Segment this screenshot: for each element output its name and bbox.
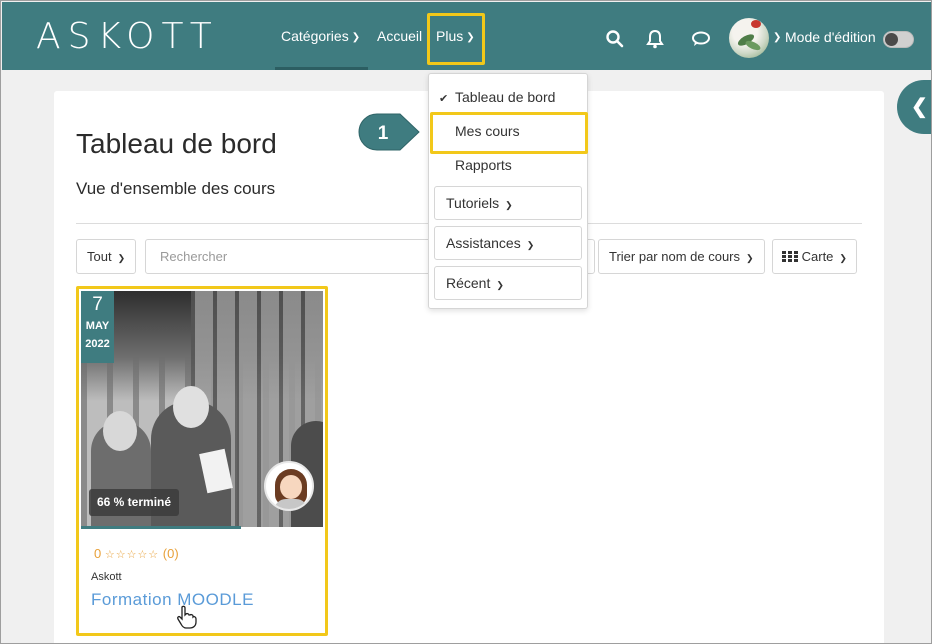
chevron-down-icon: ❯ — [839, 253, 847, 263]
filter-value: Tout — [87, 249, 112, 264]
more-highlight-box — [427, 13, 485, 65]
more-dropdown-menu: ✔ Tableau de bord Mes cours Rapports Tut… — [428, 73, 588, 309]
avatar-berry — [751, 20, 761, 28]
course-card[interactable]: 7 MAY 2022 66 % terminé 0 ☆☆☆☆☆ (0) Asko… — [76, 286, 328, 636]
teacher-face — [280, 475, 302, 499]
chevron-down-icon: ❯ — [505, 200, 513, 210]
rating-count: (0) — [162, 546, 179, 561]
nav-active-indicator — [275, 67, 368, 70]
user-avatar[interactable] — [729, 18, 769, 58]
progress-bar — [81, 526, 241, 529]
nav-home[interactable]: Accueil — [377, 28, 422, 44]
toggle-knob — [885, 33, 898, 46]
star-icons: ☆☆☆☆☆ — [104, 549, 160, 561]
step-number: 1 — [378, 123, 389, 144]
edit-mode-label: Mode d'édition — [785, 29, 876, 45]
course-date-badge: 7 MAY 2022 — [81, 291, 114, 363]
view-dropdown[interactable]: Carte ❯ — [772, 239, 857, 274]
image-person-head — [173, 386, 209, 428]
chevron-down-icon: ❯ — [746, 253, 754, 263]
chevron-down-icon: ❯ — [351, 32, 361, 43]
top-navbar: ASKOTT Catégories ❯ Accueil Plus ❯ ❯ Mode … — [2, 2, 931, 70]
course-name-link[interactable]: Formation MOODLE — [91, 590, 254, 610]
chevron-left-icon: ❮ — [911, 96, 928, 118]
menu-item-assistance-label: Assistances — [446, 235, 521, 251]
menu-item-recent-label: Récent — [446, 275, 491, 291]
date-month: MAY — [85, 320, 110, 332]
bell-icon[interactable] — [644, 28, 666, 50]
page-title: Tableau de bord — [76, 128, 277, 159]
step-callout: 1 — [358, 113, 420, 151]
course-category: Askott — [91, 571, 122, 583]
edit-mode-toggle[interactable] — [883, 31, 914, 48]
sort-value: Trier par nom de cours — [609, 249, 741, 264]
image-person-head — [103, 411, 137, 451]
course-rating: 0 ☆☆☆☆☆ (0) — [94, 546, 179, 561]
chat-bubble-icon[interactable] — [690, 28, 712, 50]
search-icon[interactable] — [604, 28, 626, 50]
filter-dropdown[interactable]: Tout ❯ — [76, 239, 137, 274]
chevron-down-icon: ❯ — [117, 253, 126, 263]
menu-item-assistance[interactable]: Assistances ❯ — [434, 226, 582, 260]
drawer-toggle-button[interactable]: ❮ — [897, 80, 931, 134]
user-menu-chevron-icon[interactable]: ❯ — [773, 32, 781, 43]
hand-pointer-icon — [177, 605, 197, 629]
menu-item-tutorials-label: Tutoriels — [446, 195, 500, 211]
brand-logo[interactable]: ASKOTT — [36, 16, 219, 57]
check-icon: ✔ — [439, 93, 449, 105]
view-value: Carte — [801, 249, 834, 264]
avatar-leaf — [744, 38, 762, 53]
progress-badge: 66 % terminé — [89, 489, 180, 516]
teacher-avatar[interactable] — [264, 461, 314, 511]
sort-dropdown[interactable]: Trier par nom de cours ❯ — [598, 239, 765, 274]
chevron-down-icon: ❯ — [496, 280, 504, 290]
my-courses-highlight-box — [430, 112, 588, 154]
date-day: 7 — [92, 294, 103, 315]
menu-item-recent[interactable]: Récent ❯ — [434, 266, 582, 300]
rating-value: 0 — [94, 546, 102, 561]
app-frame: ASKOTT Catégories ❯ Accueil Plus ❯ ❯ Mode … — [0, 0, 932, 644]
page-subtitle: Vue d'ensemble des cours — [76, 179, 276, 198]
date-year: 2022 — [85, 338, 110, 350]
nav-categories[interactable]: Catégories ❯ — [281, 28, 360, 44]
nav-categories-label: Catégories — [281, 28, 349, 44]
menu-item-dashboard[interactable]: Tableau de bord — [455, 89, 555, 105]
chevron-down-icon: ❯ — [526, 240, 535, 250]
grid-icon — [782, 251, 798, 262]
menu-item-reports[interactable]: Rapports — [455, 157, 512, 173]
menu-item-tutorials[interactable]: Tutoriels ❯ — [434, 186, 582, 220]
